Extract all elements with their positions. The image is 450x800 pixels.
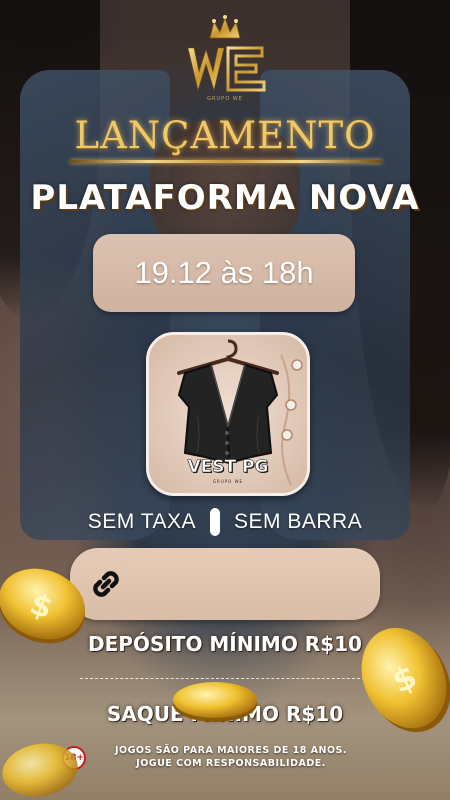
headline: LANÇAMENTO xyxy=(74,114,376,157)
app-name: VEST PG xyxy=(187,457,269,478)
gold-coin-icon xyxy=(173,682,257,722)
disclaimer-line-1: JOGOS SÃO PARA MAIORES DE 18 ANOS. xyxy=(114,745,348,756)
disclaimer-line-2: JOGUE COM RESPONSABILIDADE. xyxy=(136,758,326,769)
responsibility-disclaimer: JOGOS SÃO PARA MAIORES DE 18 ANOS. JOGUE… xyxy=(96,744,366,770)
crown-logo-icon xyxy=(187,15,266,92)
tag-no-fee: SEM TAXA xyxy=(87,510,197,533)
subheadline: PLATAFORMA NOVA xyxy=(30,178,420,218)
launch-date-badge: 19.12 às 18h xyxy=(93,234,355,312)
gold-coin-icon: $ xyxy=(0,568,85,644)
logo-subtitle: GRUPO WE xyxy=(207,96,243,102)
promo-poster: GRUPO WE LANÇAMENTO PLATAFORMA NOVA 19.1… xyxy=(0,0,450,800)
link-chain-icon xyxy=(93,571,119,597)
tag-no-bar: SEM BARRA xyxy=(234,510,363,533)
app-icon-tile[interactable]: VEST PG GRUPO WE xyxy=(146,332,310,496)
link-button[interactable] xyxy=(70,548,380,620)
gold-coin-icon: $ xyxy=(361,627,450,733)
brand-logo: GRUPO WE xyxy=(178,12,272,104)
gold-coin-icon xyxy=(2,743,78,797)
feature-tags: SEM TAXA SEM BARRA xyxy=(0,508,450,536)
tag-separator xyxy=(210,508,221,536)
app-subtitle: GRUPO WE xyxy=(212,479,244,484)
headline-underline xyxy=(70,160,382,163)
